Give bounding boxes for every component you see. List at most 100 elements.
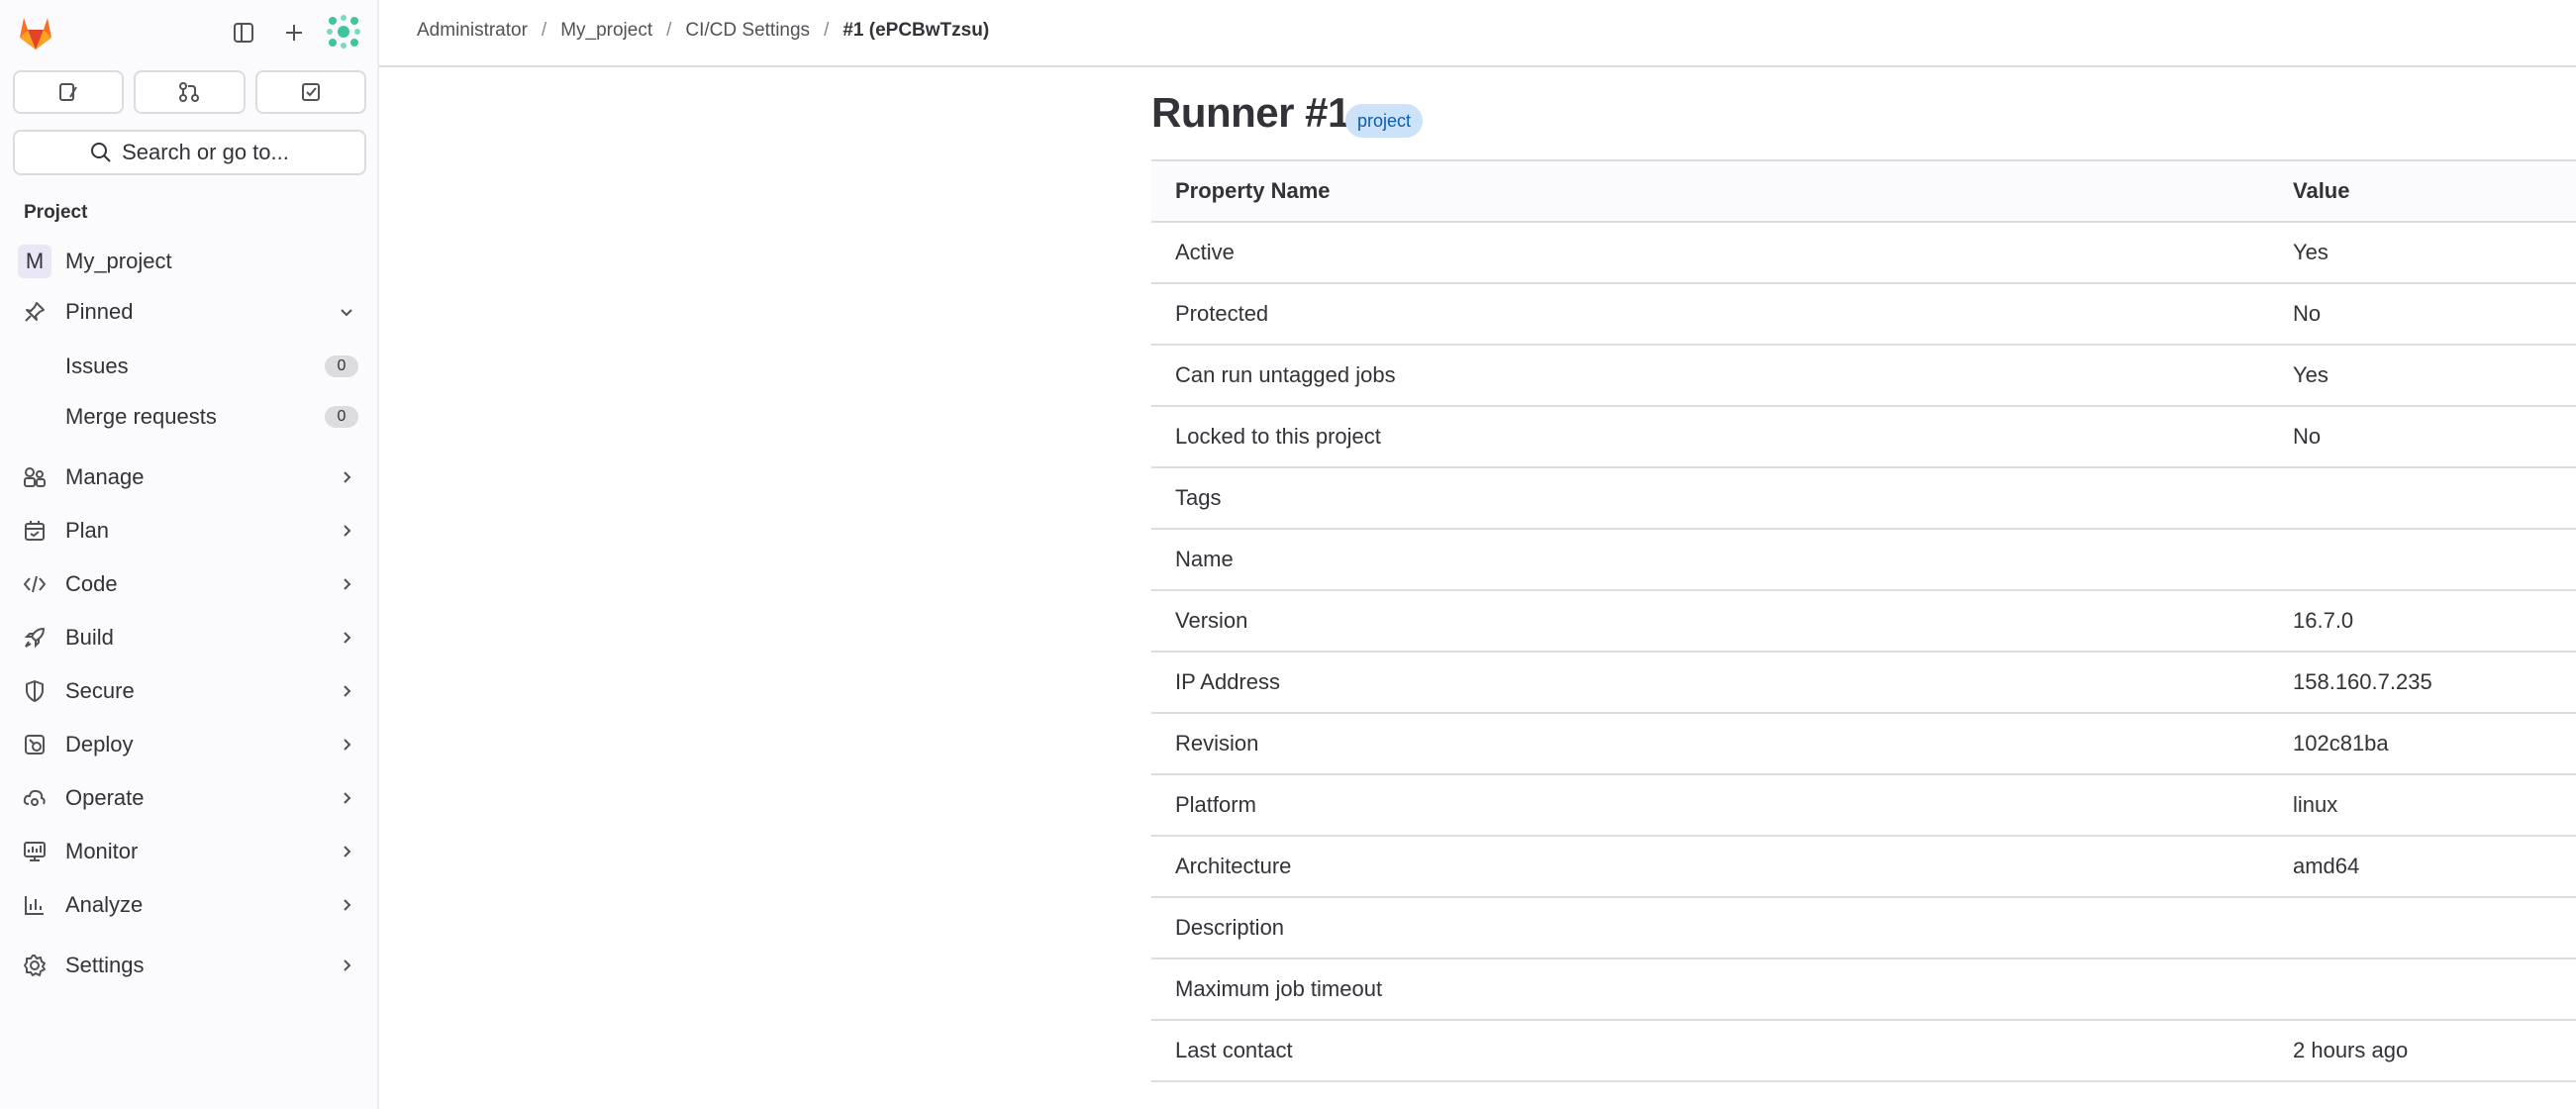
todos-button[interactable] (254, 70, 366, 114)
merge-requests-button[interactable] (134, 70, 246, 114)
search-label: Search or go to... (122, 140, 289, 164)
property-value: 2 hours ago (2269, 1020, 2576, 1082)
cloud-gear-icon (22, 785, 48, 811)
sidebar-item-settings[interactable]: Settings (12, 943, 366, 988)
shield-icon (22, 678, 48, 704)
property-value (2269, 897, 2576, 959)
table-row: Active Yes (1151, 222, 2576, 284)
property-name: Version (1151, 590, 2269, 653)
property-value: Yes (2269, 345, 2576, 407)
table-row: Protected No (1151, 283, 2576, 346)
property-name: Locked to this project (1151, 406, 2269, 468)
sidebar-item-build[interactable]: Build (12, 615, 366, 660)
section-label: Project (24, 202, 88, 223)
issues-count-badge: 0 (325, 355, 358, 377)
table-header-row: Property Name Value (1151, 159, 2576, 223)
search-icon (90, 142, 112, 163)
issues-button[interactable] (13, 70, 125, 114)
chevron-right-icon (337, 574, 356, 594)
sidebar-item-project[interactable]: M My_project (12, 239, 366, 284)
table-row: Name (1151, 529, 2576, 591)
property-value: No (2269, 406, 2576, 468)
property-value (2269, 529, 2576, 591)
breadcrumb-separator: / (541, 20, 547, 41)
table-row: Description (1151, 897, 2576, 959)
property-name: Can run untagged jobs (1151, 345, 2269, 407)
breadcrumb-item-cicd-settings[interactable]: CI/CD Settings (685, 20, 810, 42)
gitlab-logo-icon[interactable] (16, 14, 55, 51)
sidebar-item-analyze[interactable]: Analyze (12, 882, 366, 928)
property-name: Platform (1151, 774, 2269, 837)
sidebar-top (0, 0, 379, 65)
sidebar-item-plan[interactable]: Plan (12, 508, 366, 554)
chevron-right-icon (337, 681, 356, 701)
table-row: Revision 102c81ba (1151, 713, 2576, 775)
breadcrumb-item-project[interactable]: My_project (560, 20, 652, 42)
chevron-right-icon (337, 628, 356, 648)
sidebar-item-secure[interactable]: Secure (12, 668, 366, 714)
gear-icon (22, 953, 48, 978)
column-header-value: Value (2269, 159, 2576, 223)
sidebar-item-label: Build (65, 625, 114, 650)
search-button[interactable]: Search or go to... (13, 130, 366, 175)
project-avatar: M (18, 245, 51, 278)
calendar-icon (22, 518, 48, 544)
table-row: Locked to this project No (1151, 406, 2576, 468)
todo-check-icon (300, 81, 322, 103)
sidebar-item-merge-requests[interactable]: Merge requests 0 (12, 394, 366, 440)
breadcrumb-item-runner[interactable]: #1 (ePCBwTzsu) (842, 20, 989, 42)
property-value: No (2269, 283, 2576, 346)
chevron-right-icon (337, 895, 356, 915)
breadcrumb-separator: / (824, 20, 830, 41)
sidebar-item-label: Settings (65, 953, 145, 977)
table-row: Architecture amd64 (1151, 836, 2576, 898)
table-row: Can run untagged jobs Yes (1151, 345, 2576, 407)
property-name: Name (1151, 529, 2269, 591)
sidebar-item-label: Merge requests (65, 404, 217, 429)
sidebar-item-operate[interactable]: Operate (12, 775, 366, 821)
table-row: Platform linux (1151, 774, 2576, 837)
deploy-icon (22, 732, 48, 757)
sidebar-item-issues[interactable]: Issues 0 (12, 344, 366, 389)
monitor-icon (22, 839, 48, 864)
merge-request-icon (178, 81, 200, 103)
quick-actions (13, 70, 366, 114)
property-name: Architecture (1151, 836, 2269, 898)
top-bar: Administrator / My_project / CI/CD Setti… (379, 0, 2576, 67)
issues-icon (57, 81, 79, 103)
sidebar-item-pinned[interactable]: Pinned (12, 289, 366, 335)
sidebar-item-monitor[interactable]: Monitor (12, 829, 366, 874)
sidebar-item-deploy[interactable]: Deploy (12, 722, 366, 767)
rocket-icon (22, 625, 48, 651)
property-name: Active (1151, 222, 2269, 284)
breadcrumb-item-administrator[interactable]: Administrator (417, 20, 528, 42)
plus-icon[interactable] (279, 18, 309, 48)
runner-type-badge: project (1345, 104, 1424, 138)
sidebar-item-label: Issues (65, 353, 129, 378)
breadcrumb-separator: / (666, 20, 672, 41)
property-value: 102c81ba (2269, 713, 2576, 775)
table-row: Version 16.7.0 (1151, 590, 2576, 653)
page-title: Runner #1 (1151, 89, 1350, 136)
code-icon (22, 571, 48, 597)
sidebar-item-label: Code (65, 571, 118, 596)
property-value: linux (2269, 774, 2576, 837)
property-name: IP Address (1151, 652, 2269, 714)
users-icon (22, 464, 48, 490)
table-row: Last contact 2 hours ago (1151, 1020, 2576, 1082)
property-value: 16.7.0 (2269, 590, 2576, 653)
sidebar-item-label: Deploy (65, 732, 134, 756)
breadcrumb: Administrator / My_project / CI/CD Setti… (417, 20, 989, 42)
chevron-right-icon (337, 735, 356, 755)
property-name: Protected (1151, 283, 2269, 346)
property-name: Maximum job timeout (1151, 958, 2269, 1021)
sidebar-item-manage[interactable]: Manage (12, 454, 366, 500)
property-value (2269, 467, 2576, 530)
sidebar-item-label: My_project (65, 249, 172, 273)
sidebar-toggle-icon[interactable] (229, 18, 258, 48)
user-avatar[interactable] (327, 15, 360, 49)
sidebar-item-code[interactable]: Code (12, 561, 366, 607)
property-value: Yes (2269, 222, 2576, 284)
sidebar-item-label: Analyze (65, 892, 144, 917)
chevron-right-icon (337, 842, 356, 861)
